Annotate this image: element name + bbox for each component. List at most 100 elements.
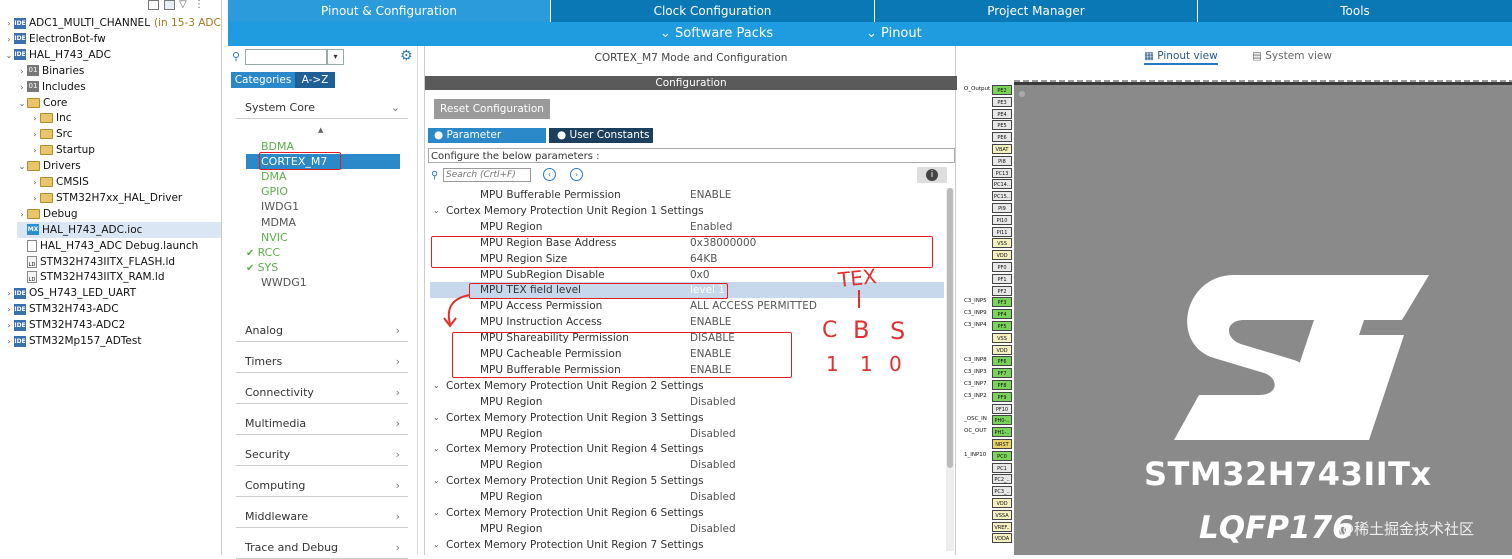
- pin[interactable]: PF5: [992, 321, 1012, 331]
- tree-item[interactable]: › Debug: [17, 206, 221, 223]
- chevron-right-icon[interactable]: ›: [30, 143, 40, 159]
- parameter-value[interactable]: Disabled: [690, 426, 736, 442]
- tree-item[interactable]: › CMSIS: [30, 174, 221, 191]
- pin[interactable]: PE3: [992, 96, 1012, 107]
- pin[interactable]: PF0: [992, 262, 1012, 272]
- peripheral-iwdg1[interactable]: IWDG1: [261, 199, 299, 214]
- pin[interactable]: PC14..: [992, 179, 1012, 190]
- pin[interactable]: PF1: [992, 273, 1012, 284]
- tree-item[interactable]: › Startup: [30, 142, 221, 159]
- pin[interactable]: PI11: [992, 226, 1012, 237]
- parameter-group[interactable]: ⌄ Cortex Memory Protection Unit Region 6 …: [430, 505, 944, 521]
- pin[interactable]: VSSA: [992, 509, 1012, 520]
- tab-categories[interactable]: Categories: [231, 72, 295, 88]
- chevron-right-icon[interactable]: ›: [30, 191, 40, 207]
- chevron-down-icon[interactable]: ⌄: [433, 410, 440, 426]
- chevron-right-icon[interactable]: ›: [4, 286, 14, 302]
- pin[interactable]: PF8: [992, 380, 1012, 390]
- pin[interactable]: PE2: [992, 85, 1012, 95]
- chevron-down-icon[interactable]: ⌄: [433, 378, 440, 394]
- parameter-group[interactable]: ⌄ Cortex Memory Protection Unit Region 7 …: [430, 537, 944, 553]
- parameter-value[interactable]: ENABLE: [690, 314, 731, 330]
- category-analog[interactable]: Analog ›: [236, 320, 408, 342]
- tree-item[interactable]: › 01 Includes: [17, 79, 221, 95]
- chevron-right-icon[interactable]: ›: [17, 64, 27, 80]
- tree-item[interactable]: ⌄ Drivers: [17, 158, 221, 175]
- peripheral-gpio[interactable]: GPIO: [261, 184, 288, 199]
- tree-item[interactable]: ›IDEADC1_MULTI_CHANNEL(in 15-3 ADC1_M: [4, 15, 221, 32]
- category-trace-and-debug[interactable]: Trace and Debug ›: [236, 537, 408, 559]
- tree-item[interactable]: HAL_H743_ADC Debug.launch: [17, 238, 221, 254]
- parameter-row[interactable]: MPU Region Enabled: [430, 219, 944, 235]
- filter-icon[interactable]: ▽: [179, 0, 187, 10]
- parameter-row[interactable]: MPU Bufferable Permission ENABLE: [430, 187, 944, 203]
- pin[interactable]: PF6: [992, 356, 1012, 367]
- parameter-group[interactable]: ⌄ Cortex Memory Protection Unit Region 5 …: [430, 473, 944, 489]
- pin[interactable]: PE6: [992, 132, 1012, 143]
- pin[interactable]: PC1: [992, 462, 1012, 473]
- tree-item[interactable]: MX HAL_H743_ADC.ioc: [17, 221, 221, 238]
- tree-item[interactable]: › IDE STM32H743-ADC2: [4, 317, 221, 333]
- pin[interactable]: VDDA: [992, 533, 1012, 544]
- previous-arrow-icon[interactable]: ‹: [543, 168, 556, 181]
- chevron-right-icon[interactable]: ›: [4, 302, 14, 318]
- pinout-view-tab[interactable]: ▦ Pinout view: [1144, 50, 1218, 65]
- pin[interactable]: PC15..: [992, 191, 1012, 202]
- category-connectivity[interactable]: Connectivity ›: [236, 382, 408, 404]
- scrollbar-thumb[interactable]: [947, 188, 953, 468]
- peripheral-cortex-m7[interactable]: CORTEX_M7: [246, 152, 400, 171]
- pin[interactable]: VBAT: [992, 144, 1012, 154]
- category-system-core[interactable]: System Core ⌄: [236, 97, 408, 119]
- pin[interactable]: PF7: [992, 368, 1012, 379]
- tree-item[interactable]: ⌄ IDE HAL_H743_ADC: [4, 47, 221, 64]
- pin[interactable]: PC13: [992, 167, 1012, 178]
- parameter-row[interactable]: MPU Region Disabled: [430, 426, 944, 442]
- parameter-row[interactable]: MPU Region Disabled: [430, 489, 944, 505]
- parameter-group[interactable]: ⌄ Cortex Memory Protection Unit Region 3 …: [430, 410, 944, 426]
- pin[interactable]: VDD: [992, 498, 1012, 508]
- system-view-tab[interactable]: ▤ System view: [1252, 50, 1332, 62]
- tree-item[interactable]: LD STM32H743IITX_RAM.ld: [17, 269, 221, 285]
- pin[interactable]: VDD: [992, 250, 1012, 261]
- chevron-right-icon[interactable]: ›: [4, 16, 14, 32]
- pin[interactable]: PH0-..: [992, 415, 1012, 426]
- tab-user-constants[interactable]: ● User Constants: [549, 128, 653, 143]
- chevron-down-icon[interactable]: ⌄: [433, 505, 440, 521]
- pin[interactable]: PF10: [992, 403, 1012, 414]
- parameter-search-input[interactable]: [443, 168, 531, 182]
- tab-project-manager[interactable]: Project Manager: [875, 0, 1198, 22]
- pin[interactable]: PC3_..: [992, 486, 1012, 497]
- chevron-down-icon[interactable]: ⌄: [4, 48, 14, 64]
- parameter-group[interactable]: ⌄ Cortex Memory Protection Unit Region 1 …: [430, 203, 944, 219]
- pin[interactable]: PF2: [992, 285, 1012, 296]
- chevron-right-icon[interactable]: ›: [17, 207, 27, 223]
- chevron-right-icon[interactable]: ›: [30, 175, 40, 191]
- tree-item[interactable]: ⌄ Core: [17, 95, 221, 111]
- chevron-down-icon[interactable]: ⌄: [433, 537, 440, 553]
- tree-item[interactable]: › Src: [30, 126, 221, 142]
- pin[interactable]: PI9: [992, 203, 1012, 213]
- chevron-right-icon[interactable]: ›: [4, 334, 14, 350]
- parameter-group[interactable]: ⌄ Cortex Memory Protection Unit Region 4 …: [430, 441, 944, 457]
- peripheral-nvic[interactable]: NVIC: [261, 230, 288, 245]
- peripheral-wwdg1[interactable]: WWDG1: [261, 275, 307, 290]
- chevron-down-icon[interactable]: ⌄: [17, 159, 27, 175]
- pin[interactable]: VSS: [992, 332, 1012, 343]
- tab-pinout-configuration[interactable]: Pinout & Configuration: [228, 0, 551, 22]
- category-timers[interactable]: Timers ›: [236, 351, 408, 373]
- next-arrow-icon[interactable]: ›: [570, 168, 583, 181]
- tree-item[interactable]: › IDE OS_H743_LED_UART: [4, 285, 221, 302]
- parameter-row[interactable]: MPU Access Permission ALL ACCESS PERMITTE…: [430, 298, 944, 314]
- pin[interactable]: PF4: [992, 309, 1012, 320]
- pin[interactable]: PE4: [992, 108, 1012, 119]
- gear-icon[interactable]: ⚙: [400, 48, 413, 64]
- peripheral-mdma[interactable]: MDMA: [261, 215, 296, 230]
- category-multimedia[interactable]: Multimedia ›: [236, 413, 408, 435]
- pinout-menu[interactable]: ⌄ Pinout: [866, 22, 922, 46]
- search-dropdown-button[interactable]: ▾: [327, 49, 344, 65]
- scrollbar[interactable]: [946, 188, 954, 551]
- tab-tools[interactable]: Tools: [1198, 0, 1512, 22]
- parameter-value[interactable]: Disabled: [690, 394, 736, 410]
- parameter-row[interactable]: MPU Region Disabled: [430, 394, 944, 410]
- tab-parameter-settings[interactable]: ● Parameter Settings: [428, 128, 546, 156]
